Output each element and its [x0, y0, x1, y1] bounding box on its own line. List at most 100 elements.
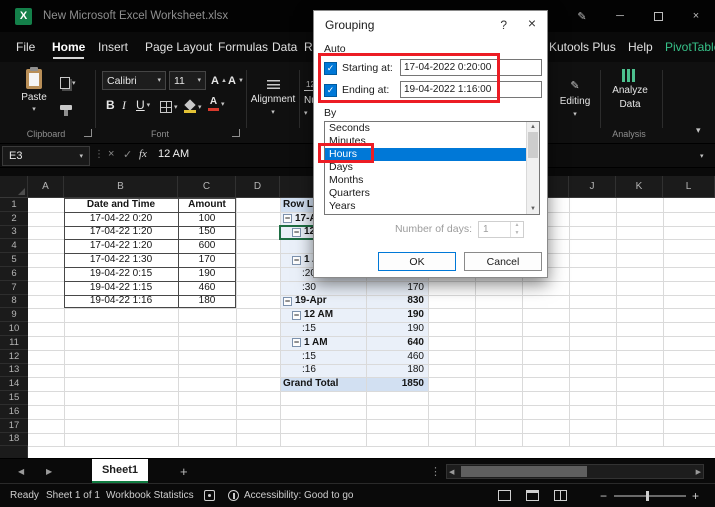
cell-B4[interactable]: 17-04-22 1:20	[64, 239, 178, 253]
pivot-row-label-7[interactable]: :30	[280, 281, 366, 295]
cell-C7[interactable]: 460	[178, 281, 236, 295]
ending-at-input[interactable]: 19-04-2022 1:16:00	[400, 81, 542, 98]
bold-button[interactable]: B	[106, 96, 115, 114]
cell-C3[interactable]: 150	[178, 226, 236, 240]
font-size-combo[interactable]: 11 ▾	[169, 71, 206, 90]
formula-content[interactable]: 12 AM	[158, 148, 189, 160]
column-header-J[interactable]: J	[569, 176, 616, 197]
row-header-1[interactable]: 1	[0, 198, 28, 212]
listbox-scrollbar-thumb[interactable]	[528, 132, 538, 158]
tab-data[interactable]: Data	[272, 32, 297, 62]
by-option-quarters[interactable]: Quarters	[325, 187, 526, 200]
collapse-ribbon-button[interactable]: ▾	[696, 126, 701, 135]
zoom-out-button[interactable]: −	[600, 484, 607, 507]
row-header-9[interactable]: 9	[0, 308, 28, 322]
ending-at-checkbox[interactable]: ✓	[324, 84, 337, 97]
font-dialog-launcher-icon[interactable]	[232, 129, 240, 137]
spin-down-icon[interactable]: ▼	[511, 230, 523, 238]
cell-B6[interactable]: 19-04-22 0:15	[64, 267, 178, 281]
scroll-right-icon[interactable]: ▶	[696, 465, 701, 478]
row-header-5[interactable]: 5	[0, 253, 28, 267]
pivot-value-12[interactable]: 460	[366, 350, 428, 364]
font-name-combo[interactable]: Calibri ▾	[102, 71, 166, 90]
row-header-4[interactable]: 4	[0, 239, 28, 253]
new-sheet-button[interactable]: +	[180, 459, 188, 484]
italic-button[interactable]: I	[122, 96, 126, 114]
drag-handle-icon[interactable]: ⋮	[94, 149, 104, 160]
pivot-value-11[interactable]: 640	[366, 336, 428, 350]
copy-button[interactable]: ▾	[60, 74, 76, 92]
row-header-13[interactable]: 13	[0, 364, 28, 378]
close-window-button[interactable]: ×	[677, 0, 715, 32]
name-box[interactable]: E3 ▾	[2, 146, 90, 166]
starting-at-input[interactable]: 17-04-2022 0:20:00	[400, 59, 542, 76]
workbook-statistics-button[interactable]: Workbook Statistics	[106, 484, 194, 507]
by-option-minutes[interactable]: Minutes	[325, 135, 526, 148]
page-layout-view-button[interactable]	[526, 490, 539, 501]
pivot-value-10[interactable]: 190	[366, 322, 428, 336]
pivot-value-14[interactable]: 1850	[366, 377, 428, 391]
sheet-tab-sheet1[interactable]: Sheet1	[92, 459, 148, 484]
row-header-7[interactable]: 7	[0, 281, 28, 295]
collapse-button[interactable]: −	[292, 338, 301, 347]
cell-B7[interactable]: 19-04-22 1:15	[64, 281, 178, 295]
row-header-16[interactable]: 16	[0, 405, 28, 419]
collapse-button[interactable]: −	[283, 297, 292, 306]
scrollbar-thumb[interactable]	[461, 466, 587, 477]
tab-file[interactable]: File	[16, 32, 35, 62]
row-header-18[interactable]: 18	[0, 433, 28, 447]
insert-function-button[interactable]: fx	[139, 148, 147, 160]
pivot-row-label-8[interactable]: −19-Apr	[280, 295, 366, 309]
expand-formula-bar-icon[interactable]: ▾	[700, 153, 704, 160]
fill-color-button[interactable]: ▾	[184, 98, 202, 116]
starting-at-checkbox[interactable]: ✓	[324, 62, 337, 75]
tab-help[interactable]: Help	[628, 32, 653, 62]
cancel-button[interactable]: Cancel	[464, 252, 542, 271]
row-header-17[interactable]: 17	[0, 419, 28, 433]
pivot-value-13[interactable]: 180	[366, 364, 428, 378]
column-header-C[interactable]: C	[178, 176, 236, 197]
by-option-years[interactable]: Years	[325, 200, 526, 213]
by-option-days[interactable]: Days	[325, 161, 526, 174]
clipboard-dialog-launcher-icon[interactable]	[84, 129, 92, 137]
analyze-data-button[interactable]: Analyze Data	[604, 69, 656, 110]
prev-sheet-icon[interactable]: ◀	[18, 459, 24, 484]
tab-kutools-plus[interactable]: Kutools Plus	[549, 32, 616, 62]
scroll-down-icon[interactable]: ▼	[527, 206, 539, 212]
cell-C4[interactable]: 600	[178, 239, 236, 253]
by-listbox[interactable]: Seconds Minutes Hours Days Months Quarte…	[324, 121, 540, 215]
font-color-button[interactable]: A ▾	[208, 95, 225, 113]
alignment-group-button[interactable]: Alignment ▾	[248, 69, 298, 127]
listbox-scrollbar[interactable]: ▲ ▼	[526, 122, 539, 214]
pivot-value-9[interactable]: 190	[366, 308, 428, 322]
cancel-entry-icon[interactable]: ×	[108, 148, 114, 160]
normal-view-button[interactable]	[498, 490, 511, 501]
cell-B5[interactable]: 17-04-22 1:30	[64, 253, 178, 267]
dialog-help-button[interactable]: ?	[500, 18, 507, 32]
by-option-seconds[interactable]: Seconds	[325, 122, 526, 135]
cell-C8[interactable]: 180	[178, 295, 236, 309]
editing-group-button[interactable]: ✎ Editing ▾	[552, 69, 598, 127]
accessibility-status[interactable]: Accessibility: Good to go	[244, 484, 354, 507]
row-header-12[interactable]: 12	[0, 350, 28, 364]
page-break-view-button[interactable]	[554, 490, 567, 501]
macro-record-icon[interactable]	[204, 490, 215, 501]
spin-up-icon[interactable]: ▲	[511, 222, 523, 230]
zoom-slider[interactable]	[614, 495, 686, 497]
underline-button[interactable]: U ▾	[136, 96, 150, 114]
row-header-3[interactable]: 3	[0, 226, 28, 240]
cell-B2[interactable]: 17-04-22 0:20	[64, 212, 178, 226]
cell-C1[interactable]: Amount	[178, 198, 236, 212]
format-painter-button[interactable]	[60, 98, 72, 116]
collapse-button[interactable]: −	[292, 256, 301, 265]
cell-C2[interactable]: 100	[178, 212, 236, 226]
row-header-14[interactable]: 14	[0, 377, 28, 391]
pivot-row-label-13[interactable]: :16	[280, 364, 366, 378]
row-header-11[interactable]: 11	[0, 336, 28, 350]
pivot-value-8[interactable]: 830	[366, 295, 428, 309]
column-header-B[interactable]: B	[64, 176, 178, 197]
cell-B3[interactable]: 17-04-22 1:20	[64, 226, 178, 240]
sheet-options-icon[interactable]: ⋮	[430, 459, 441, 484]
tab-insert[interactable]: Insert	[98, 32, 128, 62]
pivot-row-label-9[interactable]: −12 AM	[280, 308, 366, 322]
